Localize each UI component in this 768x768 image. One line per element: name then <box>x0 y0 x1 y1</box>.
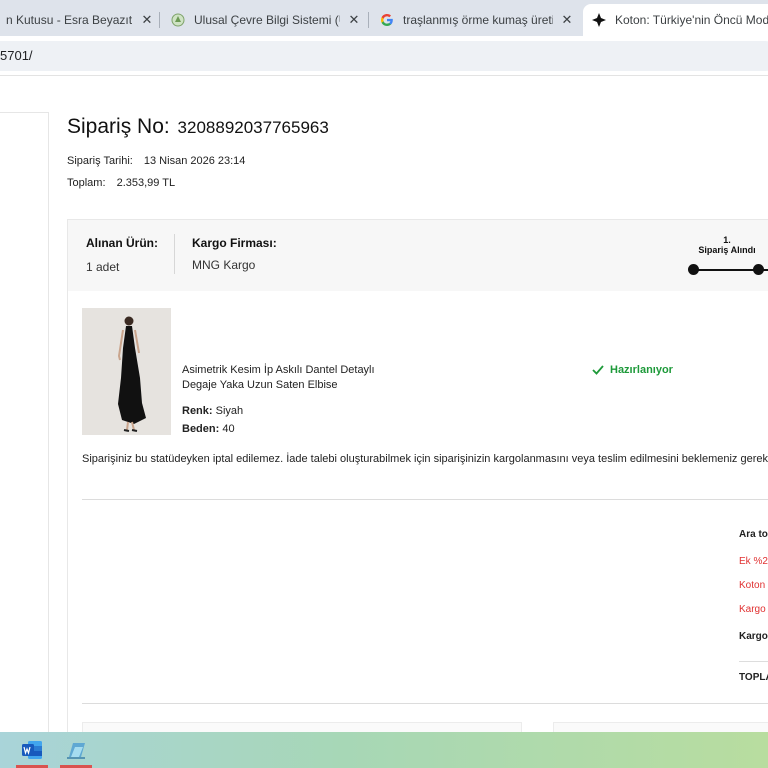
google-g-icon <box>379 12 395 28</box>
size-value: 40 <box>222 423 235 435</box>
order-date-value: 13 Nisan 2026 23:14 <box>143 155 246 167</box>
tab-title: n Kutusu - Esra Beyazıt Yüz <box>6 13 133 27</box>
browser-tab-inbox[interactable]: n Kutusu - Esra Beyazıt Yüz ✕ <box>0 4 155 36</box>
progress-step-dot <box>688 264 699 275</box>
discount-label: Ek %20 <box>739 556 768 567</box>
close-icon[interactable]: ✕ <box>346 12 362 28</box>
tab-separator <box>159 12 160 28</box>
browser-tab-ucbs[interactable]: Ulusal Çevre Bilgi Sistemi (UÇBS ✕ <box>166 4 362 36</box>
received-items-label: Alınan Ürün: <box>86 236 158 250</box>
photos-icon <box>67 743 85 759</box>
order-total-row: Toplam: 2.353,99 TL <box>67 177 175 189</box>
order-status: Hazırlanıyor <box>592 364 673 376</box>
koton-discount-label: Koton <box>739 580 766 591</box>
browser-toolbar: 5701/ <box>0 36 768 76</box>
subtotal-label: Ara to <box>739 529 768 540</box>
address-bar[interactable]: 5701/ <box>0 41 768 71</box>
close-icon[interactable]: ✕ <box>559 12 575 28</box>
order-number: 3208892037765963 <box>177 118 329 137</box>
page-title: Sipariş No: 3208892037765963 <box>67 115 329 139</box>
tab-separator <box>368 12 369 28</box>
word-icon <box>22 741 42 759</box>
order-summary-box: Alınan Ürün: 1 adet Kargo Firması: MNG K… <box>67 219 768 291</box>
divider <box>82 703 768 704</box>
tab-title: Koton: Türkiye'nin Öncü Moda <box>615 13 768 27</box>
cargo-fee-label: Kargo <box>739 631 768 642</box>
close-icon[interactable]: ✕ <box>139 12 155 28</box>
size-label: Beden: <box>182 423 220 435</box>
order-date-label: Sipariş Tarihi: <box>67 155 133 167</box>
product-image[interactable] <box>82 308 171 435</box>
account-sidebar <box>0 112 49 752</box>
product-size: Beden: 40 <box>182 423 235 435</box>
received-items-value: 1 adet <box>86 260 120 274</box>
order-total-label: Toplam: <box>67 177 106 189</box>
koton-logo-icon <box>591 12 607 28</box>
progress-step-label: 1. Sipariş Alındı <box>694 235 760 255</box>
color-label: Renk: <box>182 405 213 417</box>
page-content: Sipariş No: 3208892037765963 Sipariş Tar… <box>0 77 768 752</box>
divider <box>82 499 768 500</box>
progress-step-dot <box>753 264 764 275</box>
browser-tab-strip: n Kutusu - Esra Beyazıt Yüz ✕ Ulusal Çev… <box>0 0 768 36</box>
order-items-box <box>67 291 768 741</box>
step-title: Sipariş Alındı <box>698 245 756 255</box>
browser-tab-google[interactable]: traşlanmış örme kumaş üretimi ✕ <box>375 4 575 36</box>
cancellation-info-text: Siparişiniz bu statüdeyken iptal edileme… <box>82 453 768 465</box>
browser-tab-koton[interactable]: Koton: Türkiye'nin Öncü Moda <box>583 4 768 36</box>
step-number: 1. <box>723 235 731 245</box>
totals-divider <box>739 661 768 662</box>
grand-total-label: TOPLA <box>739 672 768 683</box>
check-icon <box>592 365 604 375</box>
cargo-company-value: MNG Kargo <box>192 258 256 272</box>
tab-title: Ulusal Çevre Bilgi Sistemi (UÇBS <box>194 13 340 27</box>
product-name-line: Asimetrik Kesim İp Askılı Dantel Detaylı <box>182 364 375 376</box>
order-title-label: Sipariş No: <box>67 115 170 138</box>
cargo-company-label: Kargo Firması: <box>192 236 277 250</box>
order-total-value: 2.353,99 TL <box>116 177 176 189</box>
tab-title: traşlanmış örme kumaş üretimi <box>403 13 553 27</box>
product-name-line: Degaje Yaka Uzun Saten Elbise <box>182 379 338 391</box>
product-color: Renk: Siyah <box>182 405 243 417</box>
photos-app-button[interactable] <box>56 732 96 768</box>
status-text: Hazırlanıyor <box>610 364 673 376</box>
summary-divider <box>174 234 175 274</box>
product-name[interactable]: Asimetrik Kesim İp Askılı Dantel Detaylı… <box>182 363 375 393</box>
order-date-row: Sipariş Tarihi: 13 Nisan 2026 23:14 <box>67 155 245 167</box>
ucbs-logo-icon <box>170 12 186 28</box>
os-taskbar <box>0 732 768 768</box>
word-app-button[interactable] <box>12 732 52 768</box>
color-value: Siyah <box>215 405 244 417</box>
cargo-discount-label: Kargo <box>739 604 766 615</box>
